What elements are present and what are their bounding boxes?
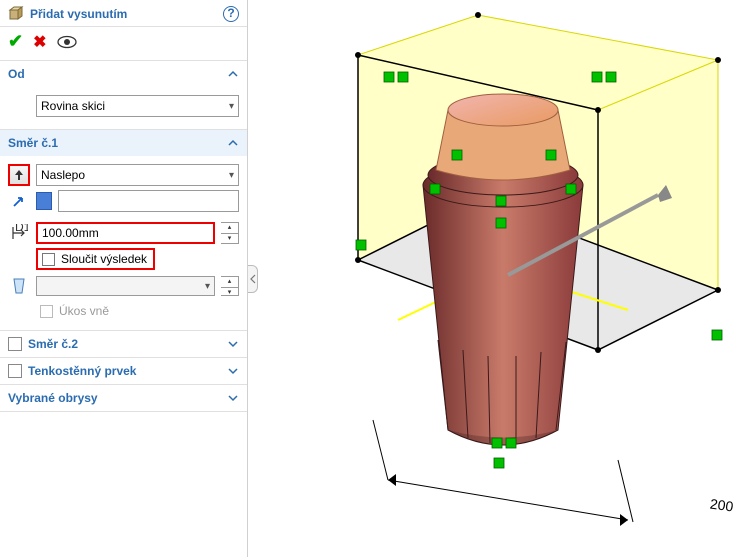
confirm-row: ✔ ✖	[0, 27, 247, 61]
chevron-left-icon	[250, 274, 256, 284]
draft-spinner[interactable]: ▴▾	[221, 276, 239, 296]
feature-title: Přidat vysunutím	[30, 7, 223, 21]
chevron-down-icon	[227, 365, 239, 377]
extrude-icon	[8, 6, 24, 22]
feature-header: Přidat vysunutím ?	[0, 2, 247, 27]
ok-button[interactable]: ✔	[8, 31, 23, 52]
chevron-up-icon	[227, 68, 239, 80]
depth-value: 100.00mm	[42, 226, 99, 240]
section-contours-title: Vybrané obrysy	[8, 391, 227, 405]
section-thin-header[interactable]: Tenkostěnný prvek	[0, 358, 247, 384]
depth-icon: D1	[10, 224, 28, 242]
draft-outward-label: Úkos vně	[59, 304, 109, 318]
preview-icon[interactable]	[57, 35, 77, 49]
direction-arrow-icon	[11, 193, 27, 209]
depth-field[interactable]: 100.00mm	[36, 222, 215, 244]
section-contours: Vybrané obrysy	[0, 385, 247, 412]
draft-icon	[10, 277, 28, 295]
merge-result-label: Sloučit výsledek	[61, 252, 147, 266]
depth-spinner[interactable]: ▴▾	[221, 222, 239, 244]
cancel-button[interactable]: ✖	[33, 32, 46, 52]
end-condition-dropdown[interactable]: Naslepo ▾	[36, 164, 239, 186]
depth-down[interactable]: ▾	[221, 234, 238, 244]
section-from-header[interactable]: Od	[0, 61, 247, 87]
property-manager-panel: Přidat vysunutím ? ✔ ✖ Od Rovina skici ▾…	[0, 0, 248, 557]
section-direction1: Směr č.1 Naslepo ▾	[0, 130, 247, 331]
section-from: Od Rovina skici ▾	[0, 61, 247, 130]
section-direction1-title: Směr č.1	[8, 136, 227, 150]
section-direction1-header[interactable]: Směr č.1	[0, 130, 247, 156]
section-direction2: Směr č.2	[0, 331, 247, 358]
section-contours-header[interactable]: Vybrané obrysy	[0, 385, 247, 411]
draft-outward-row: Úkos vně	[8, 300, 239, 322]
chevron-down-icon	[227, 338, 239, 350]
draft-outward-checkbox	[40, 305, 53, 318]
section-direction2-header[interactable]: Směr č.2	[0, 331, 247, 357]
section-thin-feature: Tenkostěnný prvek	[0, 358, 247, 385]
reverse-arrow-icon	[13, 169, 25, 181]
from-dropdown-value: Rovina skici	[41, 99, 105, 113]
panel-collapse-handle[interactable]	[248, 265, 258, 293]
merge-result-row[interactable]: Sloučit výsledek	[36, 248, 155, 270]
chevron-up-icon	[227, 137, 239, 149]
section-thin-title: Tenkostěnný prvek	[28, 364, 227, 378]
section-from-title: Od	[8, 67, 227, 81]
reverse-direction-button[interactable]	[8, 164, 30, 186]
section-direction2-title: Směr č.2	[28, 337, 227, 351]
from-dropdown[interactable]: Rovina skici ▾	[36, 95, 239, 117]
thin-checkbox[interactable]	[8, 364, 22, 378]
selection-color-swatch	[36, 192, 52, 210]
draft-dropdown[interactable]: ▾	[36, 276, 215, 296]
dimension-value[interactable]: 200	[709, 495, 734, 514]
direction-selection-field[interactable]	[58, 190, 239, 212]
svg-text:D1: D1	[15, 224, 28, 234]
depth-up[interactable]: ▴	[221, 223, 238, 234]
end-condition-value: Naslepo	[41, 168, 85, 182]
3d-viewport[interactable]: 200	[258, 0, 750, 557]
3d-scene	[258, 0, 750, 557]
direction2-checkbox[interactable]	[8, 337, 22, 351]
help-icon[interactable]: ?	[223, 6, 239, 22]
chevron-down-icon	[227, 392, 239, 404]
merge-result-checkbox[interactable]	[42, 253, 55, 266]
